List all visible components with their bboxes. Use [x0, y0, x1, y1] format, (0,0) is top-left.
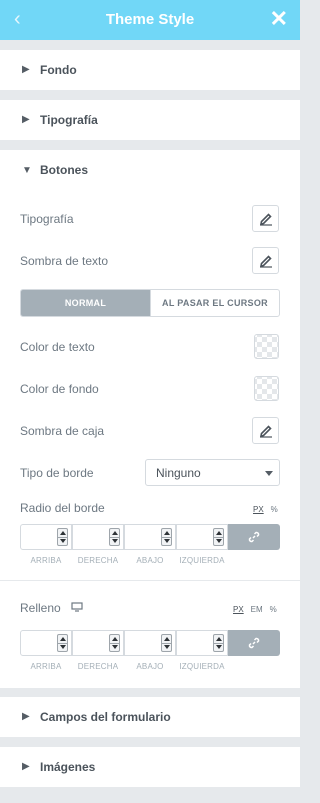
desktop-icon[interactable] [71, 602, 83, 612]
section-label: Tipografía [40, 113, 98, 127]
section-label: Campos del formulario [40, 710, 171, 724]
unit-px[interactable]: PX [233, 605, 244, 614]
link-icon [248, 531, 260, 543]
text-color-picker[interactable] [254, 334, 279, 359]
dim-label-bottom: ABAJO [136, 556, 164, 565]
panel-header: ‹ Theme Style ✕ [0, 0, 300, 40]
chevron-down-icon [265, 471, 273, 476]
caret-down-icon: ▼ [22, 165, 32, 176]
text-color-label: Color de texto [20, 340, 95, 354]
box-shadow-edit-button[interactable] [252, 417, 279, 444]
unit-em[interactable]: EM [251, 605, 263, 614]
state-tabs: NORMAL AL PASAR EL CURSOR [20, 289, 280, 317]
botones-panel: Tipografía Sombra de texto NORMAL AL PAS… [0, 190, 300, 688]
padding-dimension-labels: ARRIBA DERECHA ABAJO IZQUIERDA [20, 662, 228, 674]
radius-top-input[interactable] [20, 524, 72, 550]
tab-hover[interactable]: AL PASAR EL CURSOR [150, 290, 279, 316]
bg-color-picker[interactable] [254, 376, 279, 401]
padding-label: Relleno [20, 601, 61, 615]
padding-right-input[interactable] [72, 630, 124, 656]
padding-bottom-input[interactable] [124, 630, 176, 656]
section-botones[interactable]: ▼ Botones [0, 150, 300, 190]
box-shadow-label: Sombra de caja [20, 424, 105, 438]
border-type-select[interactable]: Ninguno [145, 459, 280, 486]
padding-top-input[interactable] [20, 630, 72, 656]
pencil-icon [259, 255, 272, 268]
spinner-icon[interactable] [161, 634, 172, 652]
section-fondo[interactable]: ▶ Fondo [0, 50, 300, 90]
link-values-button[interactable] [228, 524, 280, 550]
dim-label-left: IZQUIERDA [179, 662, 225, 671]
border-radius-label: Radio del borde [20, 501, 105, 515]
spinner-icon[interactable] [213, 528, 224, 546]
border-type-value: Ninguno [156, 466, 201, 480]
dim-label-top: ARRIBA [30, 662, 62, 671]
spinner-icon[interactable] [57, 634, 68, 652]
panel-title: Theme Style [105, 11, 195, 28]
radius-right-input[interactable] [72, 524, 124, 550]
tab-normal[interactable]: NORMAL [21, 290, 150, 316]
caret-right-icon: ▶ [22, 64, 30, 75]
padding-units: PX EM% [226, 605, 277, 614]
dim-label-top: ARRIBA [30, 556, 62, 565]
section-campos-formulario[interactable]: ▶ Campos del formulario [0, 697, 300, 737]
section-imagenes[interactable]: ▶ Imágenes [0, 747, 300, 787]
radius-left-input[interactable] [176, 524, 228, 550]
padding-left-input[interactable] [176, 630, 228, 656]
unit-percent[interactable]: % [271, 505, 278, 514]
caret-right-icon: ▶ [22, 711, 30, 722]
spinner-icon[interactable] [109, 634, 120, 652]
pencil-icon [259, 213, 272, 226]
text-shadow-label: Sombra de texto [20, 254, 109, 268]
link-icon [248, 637, 260, 649]
border-type-label: Tipo de borde [20, 466, 94, 480]
section-label: Fondo [40, 63, 77, 77]
caret-right-icon: ▶ [22, 761, 30, 772]
radius-dimension-labels: ARRIBA DERECHA ABAJO IZQUIERDA [20, 556, 228, 568]
dim-label-bottom: ABAJO [136, 662, 164, 671]
dim-label-right: DERECHA [77, 662, 119, 671]
section-label: Botones [40, 163, 88, 177]
text-shadow-edit-button[interactable] [252, 247, 279, 274]
spinner-icon[interactable] [57, 528, 68, 546]
spinner-icon[interactable] [109, 528, 120, 546]
link-values-button[interactable] [228, 630, 280, 656]
pencil-icon [259, 425, 272, 438]
divider [0, 580, 300, 581]
close-icon[interactable]: ✕ [270, 8, 288, 30]
spinner-icon[interactable] [213, 634, 224, 652]
typography-label: Tipografía [20, 212, 74, 226]
spinner-icon[interactable] [161, 528, 172, 546]
radius-units: PX% [246, 505, 278, 514]
section-label: Imágenes [40, 760, 96, 774]
radius-bottom-input[interactable] [124, 524, 176, 550]
unit-percent[interactable]: % [270, 605, 277, 614]
typography-edit-button[interactable] [252, 205, 279, 232]
dim-label-right: DERECHA [77, 556, 119, 565]
padding-inputs [20, 630, 280, 656]
section-tipografia[interactable]: ▶ Tipografía [0, 100, 300, 140]
caret-right-icon: ▶ [22, 114, 30, 125]
unit-px[interactable]: PX [253, 505, 264, 514]
dim-label-left: IZQUIERDA [179, 556, 225, 565]
border-radius-inputs [20, 524, 280, 550]
bg-color-label: Color de fondo [20, 382, 99, 396]
